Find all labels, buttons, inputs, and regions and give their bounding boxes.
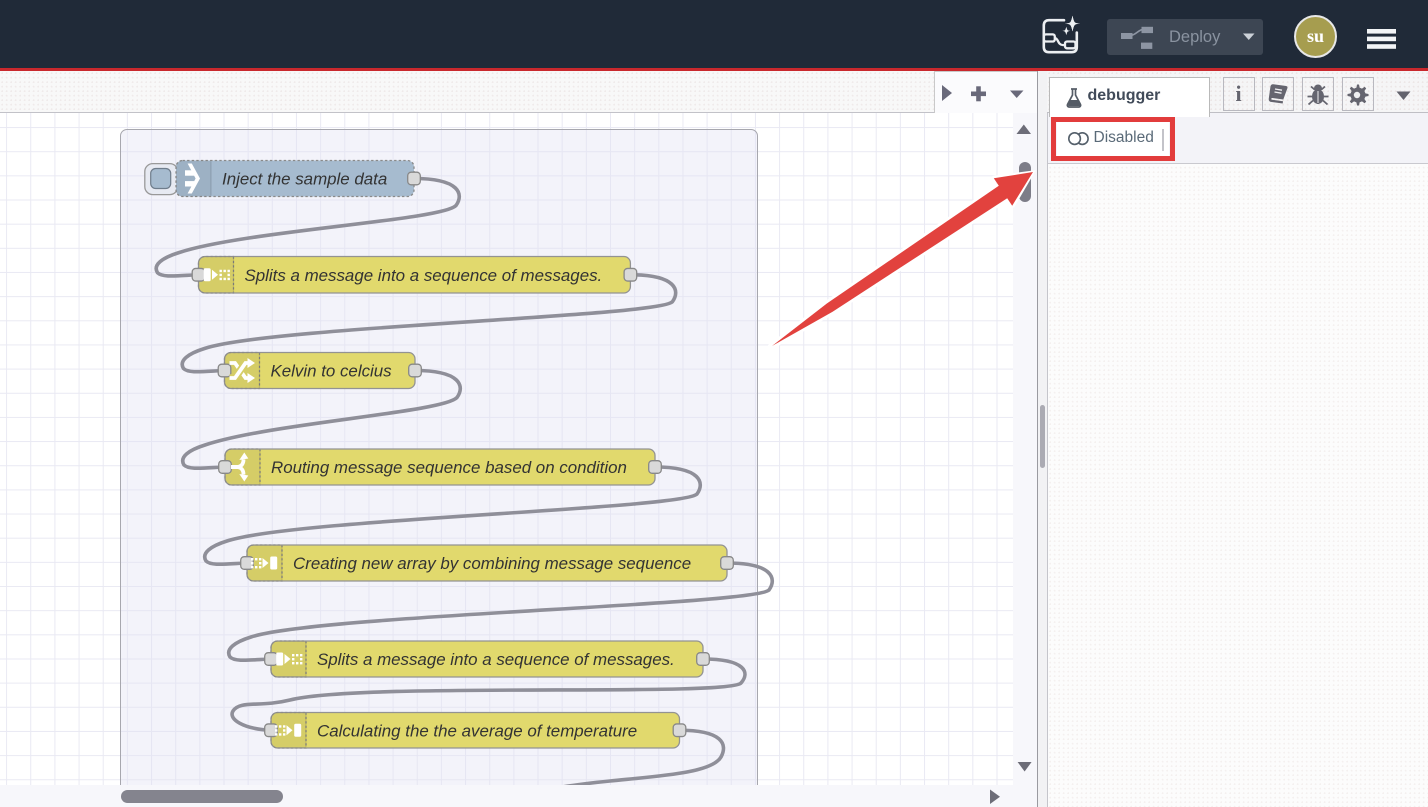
svg-text:Splits a message into a sequen: Splits a message into a sequence of mess… — [317, 650, 675, 669]
svg-text:Routing message sequence based: Routing message sequence based on condit… — [271, 458, 627, 477]
svg-text:Inject the sample data: Inject the sample data — [222, 170, 387, 189]
svg-text:Calculating the the average of: Calculating the the average of temperatu… — [317, 721, 637, 740]
svg-text:Creating new array by combinin: Creating new array by combining message … — [293, 554, 691, 573]
svg-text:Kelvin to celcius: Kelvin to celcius — [271, 362, 393, 381]
svg-text:Splits a message into a sequen: Splits a message into a sequence of mess… — [245, 266, 603, 285]
